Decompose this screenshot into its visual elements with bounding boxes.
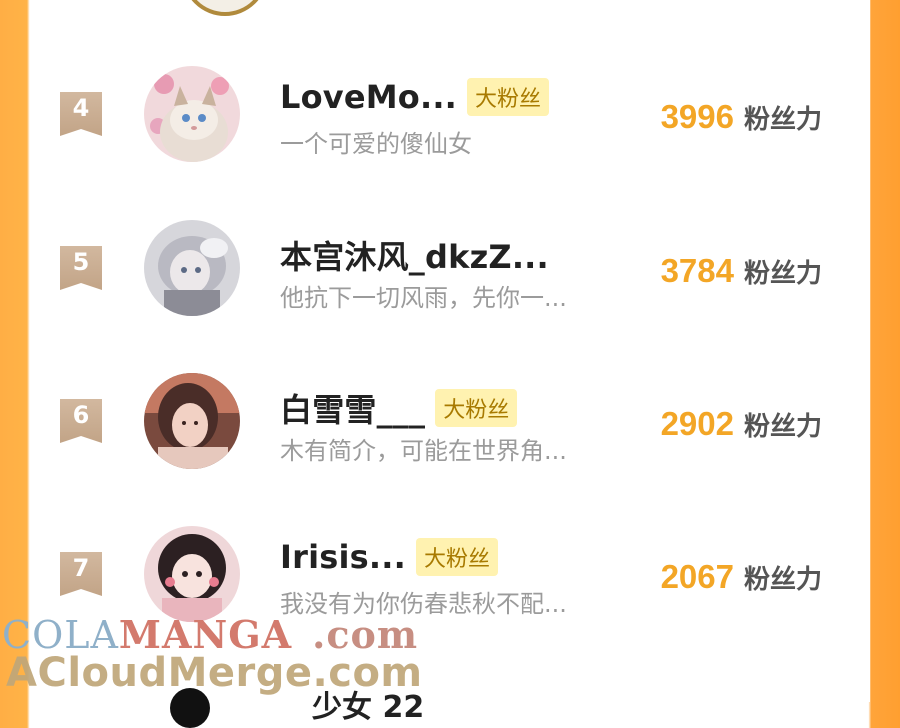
fan-power-score: 3996 粉丝力 [661,98,822,136]
fan-power-score: 2902 粉丝力 [661,405,822,443]
user-name[interactable]: LoveMo... [280,78,457,116]
watermark-acloudmerge: ACloudMerge.com [6,650,423,696]
ranking-row[interactable]: 4 LoveMo... 大粉丝 一个可爱的傻仙女 3996 粉丝力 [30,38,870,188]
fan-power-score: 2067 粉丝力 [661,558,822,596]
user-name[interactable]: 本宫沐风_dkzZ... [280,232,549,278]
score-value: 3784 [660,252,734,289]
fan-power-score: 3784 粉丝力 [661,252,822,290]
user-bio: 木有简介，可能在世界角... [280,437,567,465]
score-unit: 粉丝力 [743,565,822,595]
user-name[interactable]: 白雪雪___ [280,385,425,431]
ranking-row[interactable]: 6 白雪雪___ 大粉丝 木有简介，可能在世界角... 2902 粉丝力 [30,345,870,495]
score-value: 3996 [660,98,734,135]
rank-badge: 6 [60,399,102,443]
girl-photo-avatar[interactable] [144,373,240,469]
fan-ranking-panel: 4 LoveMo... 大粉丝 一个可爱的傻仙女 3996 粉丝力 5 本宫沐风… [30,0,870,728]
fan-level-badge: 大粉丝 [467,78,550,116]
rank-badge: 4 [60,92,102,136]
rank-badge: 7 [60,552,102,596]
cat-avatar[interactable] [144,66,240,162]
score-unit: 粉丝力 [743,259,822,289]
score-value: 2902 [660,405,734,442]
ranking-row[interactable]: 5 本宫沐风_dkzZ... 他抗下一切风雨，先你一... 3784 粉丝力 [30,192,870,342]
rank-badge: 5 [60,246,102,290]
score-unit: 粉丝力 [743,412,822,442]
score-unit: 粉丝力 [743,105,822,135]
user-name[interactable]: Irisis... [280,538,406,576]
previous-row-avatar[interactable] [182,0,268,16]
fan-level-badge: 大粉丝 [435,389,518,427]
score-value: 2067 [660,558,734,595]
user-bio: 一个可爱的傻仙女 [280,130,472,158]
girl-pink-avatar[interactable] [144,526,240,622]
user-bio: 他抗下一切风雨，先你一... [280,284,567,312]
fan-level-badge: 大粉丝 [416,538,499,576]
anime-girl-avatar[interactable] [144,220,240,316]
